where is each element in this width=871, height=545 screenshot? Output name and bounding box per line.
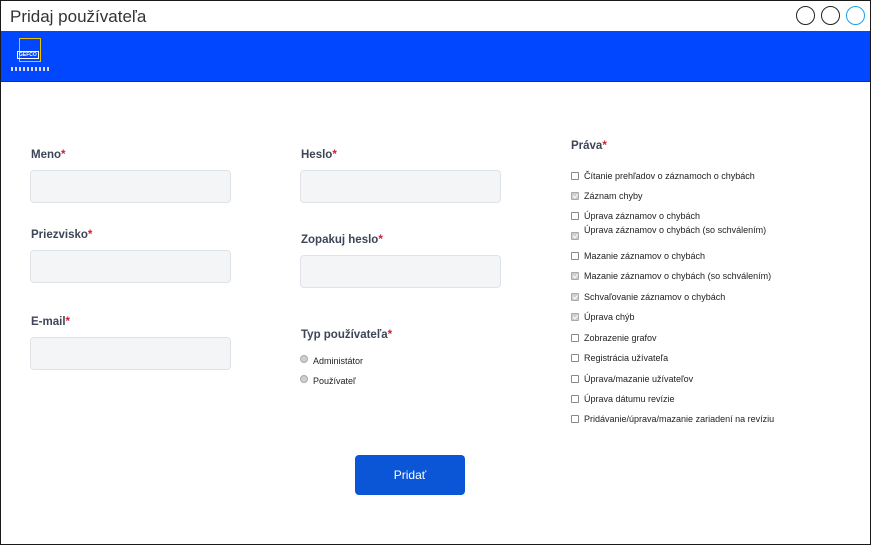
permission-checkbox[interactable] [571, 354, 579, 362]
permission-checkbox[interactable] [571, 293, 579, 301]
pridat-button[interactable]: Pridať [355, 455, 465, 495]
role-admin-radio[interactable] [300, 355, 308, 363]
permission-label: Pridávanie/úprava/mazanie zariadení na r… [584, 414, 775, 424]
permission-checkbox[interactable] [571, 172, 579, 180]
permission-label: Záznam chyby [584, 191, 643, 201]
window-title: Pridaj používateľa [10, 7, 147, 26]
priezvisko-input[interactable] [30, 250, 231, 283]
permission-checkbox[interactable] [571, 212, 579, 220]
permission-label: Čítanie prehľadov o záznamoch o chybách [584, 171, 755, 181]
zopakuj-heslo-input[interactable] [300, 255, 501, 288]
permission-label: Mazanie záznamov o chybách (so schválení… [584, 271, 772, 281]
heslo-input[interactable] [300, 170, 501, 203]
maximize-button[interactable] [821, 6, 840, 25]
email-label: E-mail* [31, 316, 70, 328]
permission-checkbox[interactable] [571, 232, 579, 240]
close-button[interactable] [846, 6, 865, 25]
permission-label: Úprava záznamov o chybách (so schválením… [584, 225, 767, 235]
minimize-button[interactable] [796, 6, 815, 25]
permission-checkbox[interactable] [571, 395, 579, 403]
role-user-radio[interactable] [300, 375, 308, 383]
permission-label: Schvaľovanie záznamov o chybách [584, 292, 726, 302]
permission-checkbox[interactable] [571, 334, 579, 342]
permission-label: Zobrazenie grafov [584, 333, 657, 343]
permission-checkbox[interactable] [571, 252, 579, 260]
permission-checkbox[interactable] [571, 272, 579, 280]
prava-label: Práva* [571, 140, 607, 152]
permission-label: Úprava/mazanie užívateľov [584, 374, 694, 384]
permission-label: Registrácia užívateľa [584, 353, 669, 363]
title-bar: Pridaj používateľa [1, 1, 870, 31]
meno-label: Meno* [31, 149, 66, 161]
permission-label: Úprava chýb [584, 312, 635, 322]
permission-checkbox[interactable] [571, 415, 579, 423]
role-admin-label: Administátor [313, 356, 364, 366]
priezvisko-label: Priezvisko* [31, 229, 93, 241]
zopakuj-heslo-label: Zopakuj heslo* [301, 234, 383, 246]
app-header: GEFCO [1, 31, 870, 82]
company-logo: GEFCO [11, 37, 51, 75]
typ-pouzivatela-label: Typ používateľa* [301, 329, 393, 341]
meno-input[interactable] [30, 170, 231, 203]
heslo-label: Heslo* [301, 149, 337, 161]
permission-label: Mazanie záznamov o chybách [584, 251, 706, 261]
email-input[interactable] [30, 337, 231, 370]
permission-checkbox[interactable] [571, 313, 579, 321]
permission-label: Úprava záznamov o chybách [584, 211, 701, 221]
app-window: Pridaj používateľa GEFCO Meno* Priezvisk… [0, 0, 871, 545]
permission-checkbox[interactable] [571, 192, 579, 200]
permission-label: Úprava dátumu revízie [584, 394, 675, 404]
permission-checkbox[interactable] [571, 375, 579, 383]
role-user-label: Používateľ [313, 376, 356, 386]
